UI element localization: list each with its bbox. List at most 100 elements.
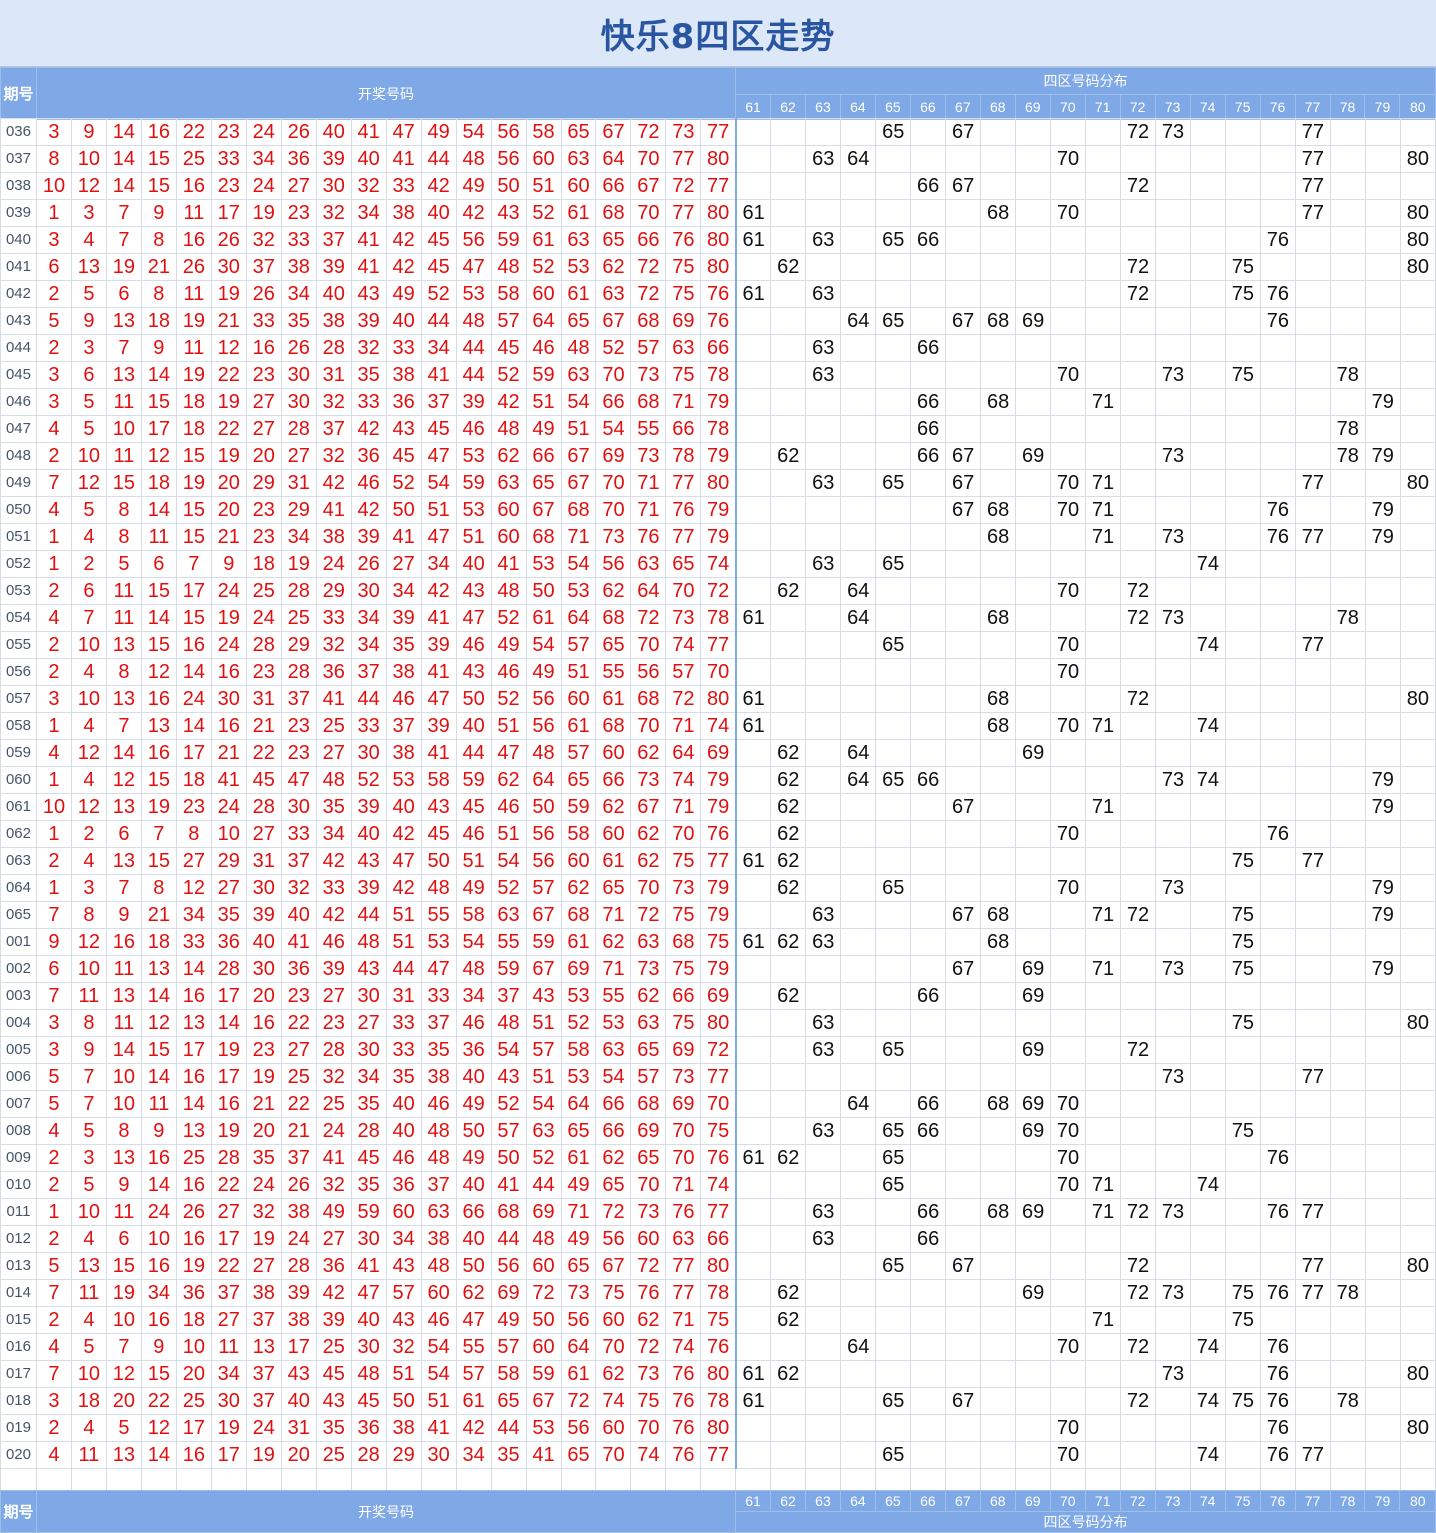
draw-number-cell: 37 xyxy=(420,1171,457,1199)
draw-number-cell: 48 xyxy=(525,1225,562,1253)
distribution-cell xyxy=(1189,1225,1226,1253)
dist-col-footer: 74 xyxy=(1189,1490,1226,1512)
distribution-cell xyxy=(1120,1117,1156,1145)
draw-number-cell: 37 xyxy=(420,388,457,416)
distribution-cell xyxy=(805,172,842,200)
distribution-cell: 64 xyxy=(840,577,877,605)
draw-number-cell: 41 xyxy=(315,685,352,713)
distribution-cell: 62 xyxy=(770,982,807,1010)
distribution-cell: 66 xyxy=(910,766,947,794)
draw-number-cell: 54 xyxy=(525,1090,562,1118)
draw-number-cell: 9 xyxy=(140,1117,177,1145)
draw-number-cell: 14 xyxy=(175,955,212,983)
dist-col-header: 75 xyxy=(1224,94,1261,120)
draw-number-cell: 45 xyxy=(490,334,527,362)
draw-number-cell: 24 xyxy=(245,1414,282,1442)
distribution-cell xyxy=(1329,469,1366,497)
draw-number-cell: 25 xyxy=(175,1387,212,1415)
dist-col-footer: 61 xyxy=(735,1490,772,1512)
draw-number-cell: 27 xyxy=(280,442,317,470)
distribution-cell xyxy=(1120,820,1156,848)
distribution-cell: 63 xyxy=(805,1009,842,1037)
draw-number-cell: 70 xyxy=(595,496,632,524)
draw-number-cell: 19 xyxy=(210,1036,247,1064)
draw-number-cell: 52 xyxy=(525,199,562,227)
distribution-cell xyxy=(840,1144,877,1172)
distribution-cell xyxy=(1085,172,1121,200)
distribution-cell xyxy=(1189,415,1226,443)
period-cell: 037 xyxy=(0,145,37,173)
distribution-cell xyxy=(1364,415,1401,443)
period-cell: 056 xyxy=(0,658,37,686)
distribution-cell xyxy=(980,739,1017,767)
draw-number-cell: 37 xyxy=(350,658,387,686)
draw-number-cell: 50 xyxy=(525,793,562,821)
draw-number-cell: 9 xyxy=(105,1171,142,1199)
draw-number-cell: 42 xyxy=(315,901,352,929)
distribution-cell xyxy=(840,442,877,470)
distribution-cell xyxy=(770,388,807,416)
dist-col-header: 78 xyxy=(1329,94,1366,120)
distribution-cell: 77 xyxy=(1294,847,1331,875)
distribution-cell xyxy=(805,955,842,983)
distribution-cell xyxy=(1189,847,1226,875)
draw-number-cell: 80 xyxy=(700,469,737,497)
draw-number-cell: 45 xyxy=(420,253,457,281)
draw-number-cell: 40 xyxy=(385,793,422,821)
distribution-cell xyxy=(1294,280,1331,308)
draw-number-cell: 38 xyxy=(385,1414,422,1442)
draw-number-cell: 63 xyxy=(595,1036,632,1064)
distribution-cell xyxy=(1329,685,1366,713)
distribution-cell xyxy=(1259,847,1296,875)
distribution-cell xyxy=(1294,685,1331,713)
distribution-cell xyxy=(1189,1360,1226,1388)
table-row: 055 2 10 13 15 16 24 28 29 32 34 35 39 46 49 54 57 65 70 74… xyxy=(0,631,1436,659)
dist-col-footer: 79 xyxy=(1364,1490,1401,1512)
draw-number-cell: 65 xyxy=(630,1036,667,1064)
draw-number-cell: 15 xyxy=(140,631,177,659)
draw-number-cell: 76 xyxy=(700,1333,737,1361)
distribution-cell: 65 xyxy=(875,1144,912,1172)
distribution-cell xyxy=(1120,307,1156,335)
draw-number-cell: 64 xyxy=(525,766,562,794)
draw-number-cell: 19 xyxy=(175,361,212,389)
distribution-cell: 76 xyxy=(1259,280,1296,308)
draw-number-cell: 26 xyxy=(175,253,212,281)
draw-number-cell: 23 xyxy=(280,739,317,767)
distribution-cell xyxy=(1120,334,1156,362)
distribution-cell xyxy=(770,226,807,254)
distribution-cell xyxy=(1294,820,1331,848)
distribution-cell xyxy=(1050,253,1087,281)
draw-number-cell: 34 xyxy=(350,199,387,227)
distribution-cell xyxy=(875,1279,912,1307)
distribution-cell xyxy=(1015,388,1052,416)
distribution-cell xyxy=(875,982,912,1010)
draw-number-cell: 76 xyxy=(700,280,737,308)
draw-number-cell: 77 xyxy=(700,118,737,146)
distribution-cell xyxy=(1294,1144,1331,1172)
draw-number-cell: 27 xyxy=(315,739,352,767)
distribution-cell: 78 xyxy=(1329,361,1366,389)
dist-col-footer: 63 xyxy=(804,1490,841,1512)
distribution-cell xyxy=(945,1036,982,1064)
distribution-cell xyxy=(1085,1144,1121,1172)
draw-number-cell: 4 xyxy=(35,604,72,632)
draw-number-cell: 42 xyxy=(455,199,492,227)
empty-cell xyxy=(140,1468,177,1492)
draw-number-cell: 47 xyxy=(385,847,422,875)
draw-number-cell: 41 xyxy=(315,1144,352,1172)
distribution-cell: 66 xyxy=(910,1225,947,1253)
draw-number-cell: 41 xyxy=(490,1171,527,1199)
draw-number-cell: 64 xyxy=(560,604,597,632)
draw-number-cell: 11 xyxy=(105,955,142,983)
distribution-cell: 77 xyxy=(1294,1279,1331,1307)
draw-number-cell: 77 xyxy=(700,172,737,200)
draw-number-cell: 45 xyxy=(350,1144,387,1172)
distribution-cell xyxy=(980,820,1017,848)
distribution-cell xyxy=(945,415,982,443)
distribution-cell xyxy=(805,496,842,524)
draw-number-cell: 26 xyxy=(280,1171,317,1199)
draw-number-cell: 24 xyxy=(140,1198,177,1226)
draw-number-cell: 76 xyxy=(665,1441,702,1469)
draw-number-cell: 32 xyxy=(385,1333,422,1361)
